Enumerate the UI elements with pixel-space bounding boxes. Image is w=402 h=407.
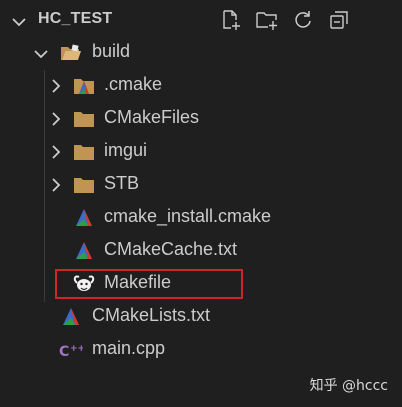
chevron-right-icon[interactable] (50, 144, 62, 163)
tree-item-label: .cmake (104, 74, 163, 94)
cmake-icon (73, 240, 95, 262)
tree-item-cmake-dir[interactable]: .cmake (0, 69, 402, 102)
tree-item-cmakefiles[interactable]: CMakeFiles (0, 102, 402, 135)
collapse-all-icon[interactable] (326, 8, 352, 32)
tree-item-label: build (92, 41, 131, 61)
workspace-title[interactable]: HC_TEST (38, 10, 112, 28)
folder-icon (73, 108, 95, 130)
tree-item-cmake-install[interactable]: cmake_install.cmake (0, 201, 402, 234)
tree-item-label: CMakeFiles (104, 107, 200, 127)
tree-item-cmakecache[interactable]: CMakeCache.txt (0, 234, 402, 267)
chevron-down-icon[interactable] (34, 45, 48, 64)
new-file-icon[interactable] (218, 8, 244, 32)
tree-item-label: STB (104, 173, 140, 193)
folder-open-icon (60, 42, 82, 64)
chevron-right-icon[interactable] (50, 177, 62, 196)
tree-item-imgui[interactable]: imgui (0, 135, 402, 168)
tree-item-build[interactable]: build (0, 36, 402, 69)
tree-item-label: CMakeLists.txt (92, 305, 211, 325)
tree-item-cmakelists[interactable]: CMakeLists.txt (0, 300, 402, 333)
refresh-icon[interactable] (290, 8, 316, 32)
cmake-icon (73, 207, 95, 229)
tree-item-stb[interactable]: STB (0, 168, 402, 201)
explorer-actions (218, 8, 352, 32)
new-folder-icon[interactable] (254, 8, 280, 32)
chevron-right-icon[interactable] (50, 111, 62, 130)
folder-icon (73, 174, 95, 196)
svg-text:C: C (59, 344, 69, 360)
cpp-icon: C ++ (59, 341, 85, 363)
chevron-right-icon[interactable] (50, 78, 62, 97)
chevron-down-icon[interactable] (12, 13, 26, 32)
tree-item-label: cmake_install.cmake (104, 206, 272, 226)
tree-item-label: imgui (104, 140, 148, 160)
highlight-box (55, 269, 243, 299)
cmake-icon (60, 306, 82, 328)
cmake-folder-icon (73, 75, 95, 97)
tree-item-label: CMakeCache.txt (104, 239, 238, 259)
folder-icon (73, 141, 95, 163)
svg-text:++: ++ (70, 344, 83, 354)
tree-item-label: main.cpp (92, 338, 166, 358)
tree-item-main-cpp[interactable]: C ++ main.cpp (0, 333, 402, 366)
watermark: 知乎 @hccc (309, 378, 388, 394)
